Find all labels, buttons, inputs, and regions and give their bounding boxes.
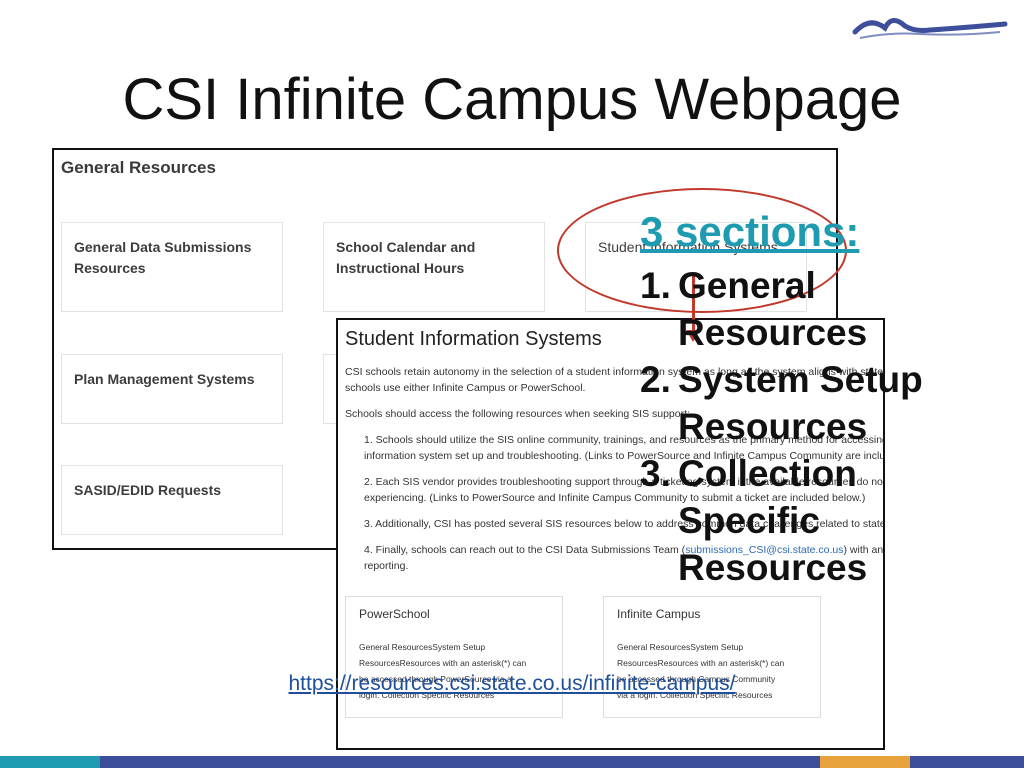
- footer-bar-blue: [100, 756, 820, 768]
- callout-item: 1. General Resources: [640, 262, 923, 356]
- footer-bar-teal: [0, 756, 100, 768]
- callout-item: 2. System Setup Resources: [640, 356, 923, 450]
- callout-item-text: Collection Specific Resources: [678, 450, 867, 591]
- infinite-campus-line: General ResourcesSystem Setup: [617, 642, 744, 652]
- callout-line: System Setup: [678, 359, 923, 400]
- callout-item-text: General Resources: [678, 262, 867, 356]
- footer-bar-blue-end: [910, 756, 1024, 768]
- resource-url-link[interactable]: https://resources.csi.state.co.us/infini…: [0, 672, 1024, 696]
- general-resources-header: General Resources: [61, 158, 216, 177]
- callout-item-number: 3.: [640, 453, 671, 494]
- sis-list-item: reporting.: [364, 560, 409, 572]
- callout-line: Resources: [678, 547, 868, 588]
- csi-logo-icon: [852, 18, 1008, 39]
- infinite-campus-title: Infinite Campus: [617, 607, 701, 621]
- callout-item-number: 2.: [640, 359, 671, 400]
- sis-text: 4. Finally, schools can reach out to the…: [364, 544, 686, 556]
- callout-line: Specific: [678, 500, 820, 541]
- card-plan-management-systems[interactable]: Plan Management Systems: [61, 354, 283, 424]
- infinite-campus-line: ResourcesResources with an asterisk(*) c…: [617, 658, 785, 668]
- powerschool-line: General ResourcesSystem Setup: [359, 642, 486, 652]
- card-school-calendar[interactable]: School Calendar and Instructional Hours: [323, 222, 545, 312]
- callout-line: General: [678, 265, 816, 306]
- slide-title: CSI Infinite Campus Webpage: [122, 67, 902, 132]
- callout-line: Resources: [678, 406, 868, 447]
- infinite-campus-card[interactable]: Infinite Campus General ResourcesSystem …: [603, 596, 821, 718]
- callout-line: Resources: [678, 312, 868, 353]
- callout-item: 3. Collection Specific Resources: [640, 450, 923, 591]
- powerschool-card[interactable]: PowerSchool General ResourcesSystem Setu…: [345, 596, 563, 718]
- sis-paragraph: Schools should access the following reso…: [345, 408, 690, 420]
- callout-item-number: 1.: [640, 265, 671, 306]
- powerschool-title: PowerSchool: [359, 607, 430, 621]
- callout-title: 3 sections:: [640, 208, 860, 255]
- card-sasid-edid-requests[interactable]: SASID/EDID Requests: [61, 465, 283, 535]
- callout-line: Collection: [678, 453, 857, 494]
- footer-bar-orange: [820, 756, 910, 768]
- powerschool-line: ResourcesResources with an asterisk(*) c…: [359, 658, 527, 668]
- sis-header: Student Information Systems: [345, 328, 602, 350]
- sis-paragraph: schools use either Infinite Campus or Po…: [345, 382, 586, 394]
- card-general-data-submissions[interactable]: General Data Submissions Resources: [61, 222, 283, 312]
- callout-item-text: System Setup Resources: [678, 356, 923, 450]
- callout-list: 1. General Resources 2. System Setup Resou…: [640, 262, 923, 591]
